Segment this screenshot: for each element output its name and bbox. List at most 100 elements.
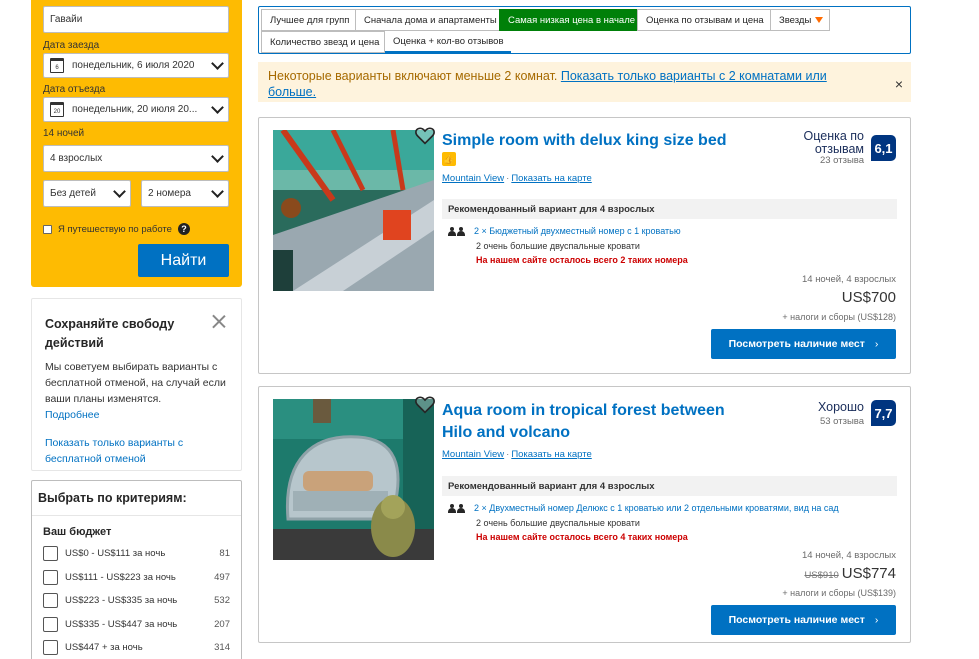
free-cancel-only-link[interactable]: Показать только варианты с бесплатной от… bbox=[45, 435, 229, 467]
old-price: US$910 bbox=[804, 570, 839, 581]
checkbox[interactable] bbox=[43, 546, 58, 562]
tab-homes-first[interactable]: Сначала дома и апартаменты bbox=[355, 9, 500, 31]
cta-label: Посмотреть наличие мест bbox=[728, 614, 865, 626]
checkbox[interactable] bbox=[43, 569, 58, 585]
people-icon bbox=[448, 226, 466, 236]
chevron-down-icon bbox=[113, 184, 126, 198]
tab-review-score-price[interactable]: Оценка по отзывам и цена bbox=[637, 9, 771, 31]
property-photo[interactable] bbox=[273, 399, 434, 560]
checkbox[interactable] bbox=[43, 593, 58, 609]
chevron-down-icon bbox=[211, 149, 224, 163]
checkin-field[interactable]: 6 понедельник, 6 июля 2020 bbox=[43, 53, 229, 78]
search-button[interactable]: Найти bbox=[138, 244, 229, 277]
budget-filter-row[interactable]: US$223 - US$335 за ночь 532 bbox=[32, 589, 241, 613]
check-availability-button[interactable]: Посмотреть наличие мест › bbox=[711, 329, 896, 359]
check-availability-button[interactable]: Посмотреть наличие мест › bbox=[711, 605, 896, 635]
checkin-label: Дата заезда bbox=[43, 40, 100, 51]
review-count: 53 отзыва bbox=[819, 416, 864, 427]
work-trip-label: Я путешествую по работе bbox=[58, 223, 172, 235]
rooms-select[interactable]: 2 номера bbox=[141, 180, 229, 207]
review-count: 23 отзыва bbox=[819, 155, 864, 166]
property-card: Aqua room in tropical forest between Hil… bbox=[258, 386, 911, 643]
budget-filter-count: 207 bbox=[214, 618, 230, 630]
cta-label: Посмотреть наличие мест bbox=[728, 338, 865, 350]
learn-more-link[interactable]: Подробнее bbox=[45, 409, 99, 421]
tab-stars-price[interactable]: Количество звезд и цена bbox=[261, 31, 385, 53]
price: US$700 bbox=[842, 289, 896, 306]
review-score-label: Хорошо bbox=[817, 400, 864, 414]
review-score-badge: 6,1 bbox=[871, 135, 896, 161]
nights-label: 14 ночей bbox=[43, 128, 85, 139]
close-icon[interactable]: × bbox=[895, 76, 903, 92]
nights-adults: 14 ночей, 4 взрослых bbox=[801, 274, 896, 285]
room-type-link[interactable]: 2 × Бюджетный двухместный номер с 1 кров… bbox=[474, 226, 681, 236]
location-link[interactable]: Mountain View bbox=[442, 449, 504, 460]
caret-down-icon bbox=[815, 17, 824, 23]
budget-filter-row[interactable]: US$447 + за ночь 314 bbox=[32, 636, 241, 659]
checkout-label: Дата отъезда bbox=[43, 84, 106, 95]
close-icon[interactable] bbox=[212, 315, 225, 328]
rooms-value: 2 номера bbox=[148, 188, 191, 199]
tab-lowest-price[interactable]: Самая низкая цена в начале bbox=[499, 9, 638, 31]
calendar-icon: 6 bbox=[50, 58, 64, 73]
checkbox[interactable] bbox=[43, 640, 58, 656]
work-trip-checkbox[interactable] bbox=[43, 224, 52, 234]
property-photo[interactable] bbox=[273, 130, 434, 291]
property-card: Simple room with delux king size bed 👍 M… bbox=[258, 117, 911, 374]
destination-input[interactable]: Гавайи bbox=[43, 6, 229, 33]
rooms-left-warning: На нашем сайте осталось всего 4 таких но… bbox=[476, 532, 688, 542]
notice-text: Некоторые варианты включают меньше 2 ком… bbox=[268, 69, 558, 83]
checkout-value: понедельник, 20 июля 20... bbox=[72, 104, 198, 115]
room-line: 2 × Двухместный номер Делюкс с 1 кровать… bbox=[448, 503, 839, 513]
location-link[interactable]: Mountain View bbox=[442, 173, 504, 184]
budget-filter-label: US$223 - US$335 за ночь bbox=[65, 595, 178, 607]
nights-adults: 14 ночей, 4 взрослых bbox=[801, 550, 896, 561]
filters-title: Выбрать по критериям: bbox=[32, 481, 241, 516]
price: US$910 US$774 bbox=[804, 565, 896, 582]
cancel-box-body: Мы советуем выбирать варианты с бесплатн… bbox=[45, 361, 226, 405]
budget-filter-count: 314 bbox=[214, 642, 230, 654]
budget-filter-label: US$111 - US$223 за ночь bbox=[65, 571, 176, 583]
budget-filter-count: 532 bbox=[214, 595, 230, 607]
taxes-fees: + налоги и сборы (US$128) bbox=[782, 312, 896, 322]
checkout-field[interactable]: 20 понедельник, 20 июля 20... bbox=[43, 97, 229, 122]
price-value: US$700 bbox=[841, 289, 896, 306]
people-icon bbox=[448, 503, 466, 513]
rooms-left-warning: На нашем сайте осталось всего 2 таких но… bbox=[476, 255, 688, 265]
children-value: Без детей bbox=[50, 188, 96, 199]
checkin-value: понедельник, 6 июля 2020 bbox=[72, 60, 195, 71]
budget-filter-label: US$335 - US$447 за ночь bbox=[65, 618, 178, 630]
property-title[interactable]: Aqua room in tropical forest between Hil… bbox=[442, 400, 752, 444]
budget-filter-label: US$447 + за ночь bbox=[65, 642, 143, 654]
room-type-link[interactable]: 2 × Двухместный номер Делюкс с 1 кровать… bbox=[474, 503, 839, 513]
property-title[interactable]: Simple room with delux king size bed bbox=[442, 130, 752, 152]
property-location: Mountain View · Показать на карте bbox=[442, 173, 592, 184]
budget-filter-label: US$0 - US$111 за ночь bbox=[65, 548, 166, 560]
tab-stars[interactable]: Звезды bbox=[770, 9, 830, 31]
chevron-right-icon: › bbox=[874, 338, 879, 350]
calendar-icon: 20 bbox=[50, 102, 64, 117]
show-on-map-link[interactable]: Показать на карте bbox=[511, 449, 591, 460]
bed-info: 2 очень большие двуспальные кровати bbox=[476, 241, 640, 251]
help-icon[interactable]: ? bbox=[177, 223, 190, 235]
show-on-map-link[interactable]: Показать на карте bbox=[511, 173, 591, 184]
checkbox[interactable] bbox=[43, 616, 58, 632]
budget-filter-row[interactable]: US$335 - US$447 за ночь 207 bbox=[32, 613, 241, 637]
cancel-box-title: Сохраняйте свободу действий bbox=[45, 317, 175, 350]
work-trip-row: Я путешествую по работе ? bbox=[43, 223, 190, 235]
destination-value: Гавайи bbox=[50, 14, 83, 25]
heart-icon[interactable] bbox=[415, 396, 435, 414]
tab-best-for-groups[interactable]: Лучшее для групп bbox=[261, 9, 356, 31]
recommended-header: Рекомендованный вариант для 4 взрослых bbox=[442, 199, 897, 219]
property-location: Mountain View · Показать на карте bbox=[442, 449, 592, 460]
budget-filter-row[interactable]: US$0 - US$111 за ночь 81 bbox=[32, 542, 241, 566]
adults-select[interactable]: 4 взрослых bbox=[43, 145, 229, 172]
budget-filter-count: 497 bbox=[214, 571, 230, 583]
tab-score-reviews[interactable]: Оценка + кол-во отзывов bbox=[385, 32, 511, 53]
tab-stars-label: Звезды bbox=[779, 14, 812, 26]
rooms-notice: Некоторые варианты включают меньше 2 ком… bbox=[258, 62, 911, 102]
bed-info: 2 очень большие двуспальные кровати bbox=[476, 518, 640, 528]
heart-icon[interactable] bbox=[415, 127, 435, 145]
children-select[interactable]: Без детей bbox=[43, 180, 131, 207]
budget-filter-row[interactable]: US$111 - US$223 за ночь 497 bbox=[32, 566, 241, 590]
